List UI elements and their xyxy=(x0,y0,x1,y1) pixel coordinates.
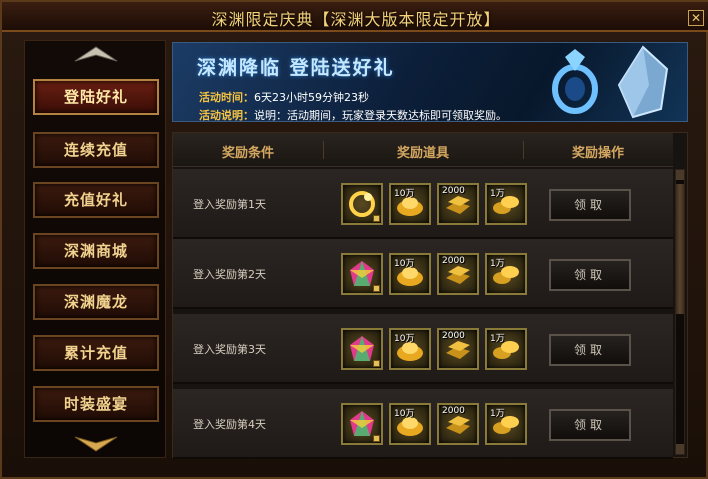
scroll-down-icon[interactable] xyxy=(676,444,684,454)
table-row: 登入奖励第3天 10万 2000 1万 领取 xyxy=(173,314,673,384)
banner-title: 深渊降临 登陆送好礼 xyxy=(197,57,395,79)
bound-lock-icon xyxy=(373,360,380,367)
scroll-up-icon[interactable] xyxy=(676,170,684,180)
rainbow-gem-icon[interactable] xyxy=(341,403,383,445)
claim-button[interactable]: 领取 xyxy=(549,334,631,366)
item-quantity: 10万 xyxy=(394,189,415,199)
rainbow-gem-icon[interactable] xyxy=(341,328,383,370)
nav-scroll-up-icon[interactable] xyxy=(71,43,121,65)
side-nav: 登陆好礼 连续充值 充值好礼 深渊商城 深渊魔龙 累计充值 时装盛宴 xyxy=(24,40,166,458)
nav-scroll-down-icon[interactable] xyxy=(71,433,121,455)
bound-lock-icon xyxy=(373,215,380,222)
gold-ingot-icon[interactable]: 10万 xyxy=(389,403,431,445)
nav-item-fashion-feast[interactable]: 时装盛宴 xyxy=(33,386,159,422)
claim-button[interactable]: 领取 xyxy=(549,409,631,441)
gold-coins-icon[interactable]: 1万 xyxy=(485,183,527,225)
header-items: 奖励道具 xyxy=(396,146,449,161)
gold-ingot-icon[interactable]: 10万 xyxy=(389,183,431,225)
gold-bars-icon[interactable]: 2000 xyxy=(437,328,479,370)
bound-lock-icon xyxy=(373,285,380,292)
event-time-label: 活动时间： xyxy=(199,91,254,104)
item-quantity: 1万 xyxy=(490,259,505,269)
nav-item-abyss-shop[interactable]: 深渊商城 xyxy=(33,233,159,269)
reward-items: 10万 2000 1万 xyxy=(341,183,531,225)
nav-item-consecutive-recharge[interactable]: 连续充值 xyxy=(33,132,159,168)
reward-condition: 登入奖励第3天 xyxy=(193,343,266,356)
rainbow-gem-icon[interactable] xyxy=(341,253,383,295)
event-description-label: 活动说明： xyxy=(199,109,254,122)
event-time: 活动时间：6天23小时59分钟23秒 xyxy=(199,89,369,105)
gold-ring-icon[interactable] xyxy=(341,183,383,225)
item-quantity: 1万 xyxy=(490,334,505,344)
reward-condition: 登入奖励第4天 xyxy=(193,418,266,431)
table-row: 登入奖励第1天 10万 2000 1万 领取 xyxy=(173,169,673,239)
blue-crystal-icon xyxy=(613,45,673,121)
reward-condition: 登入奖励第2天 xyxy=(193,268,266,281)
item-quantity: 2000 xyxy=(442,186,465,196)
item-quantity: 10万 xyxy=(394,334,415,344)
header-condition: 奖励条件 xyxy=(221,146,274,161)
nav-item-abyss-dragon[interactable]: 深渊魔龙 xyxy=(33,284,159,320)
nav-item-cumulative-recharge[interactable]: 累计充值 xyxy=(33,335,159,371)
table-row: 登入奖励第2天 10万 2000 1万 领取 xyxy=(173,239,673,309)
gold-bars-icon[interactable]: 2000 xyxy=(437,183,479,225)
item-quantity: 10万 xyxy=(394,259,415,269)
title-bar: 深渊限定庆典【深渊大版本限定开放】 ✕ xyxy=(2,2,708,32)
event-time-value: 6天23小时59分钟23秒 xyxy=(254,91,369,104)
reward-items: 10万 2000 1万 xyxy=(341,403,531,445)
scrollbar[interactable] xyxy=(675,169,685,455)
reward-table: 奖励条件 奖励道具 奖励操作 登入奖励第1天 10万 2000 1万 领取 登入奖励第2天… xyxy=(172,132,688,459)
gold-coins-icon[interactable]: 1万 xyxy=(485,328,527,370)
gold-bars-icon[interactable]: 2000 xyxy=(437,403,479,445)
gold-coins-icon[interactable]: 1万 xyxy=(485,403,527,445)
event-description-value: 说明：活动期间，玩家登录天数达标即可领取奖励。 xyxy=(254,109,507,122)
item-quantity: 10万 xyxy=(394,409,415,419)
claim-button[interactable]: 领取 xyxy=(549,259,631,291)
nav-item-login-gift[interactable]: 登陆好礼 xyxy=(33,79,159,115)
event-description: 活动说明：说明：活动期间，玩家登录天数达标即可领取奖励。 xyxy=(199,107,507,122)
reward-condition: 登入奖励第1天 xyxy=(193,198,266,211)
claim-button[interactable]: 领取 xyxy=(549,189,631,221)
header-action: 奖励操作 xyxy=(571,146,624,161)
item-quantity: 1万 xyxy=(490,189,505,199)
item-quantity: 2000 xyxy=(442,406,465,416)
reward-items: 10万 2000 1万 xyxy=(341,328,531,370)
event-banner: 深渊降临 登陆送好礼 活动时间：6天23小时59分钟23秒 活动说明：说明：活动… xyxy=(172,42,688,122)
event-window: 深渊限定庆典【深渊大版本限定开放】 ✕ 登陆好礼 连续充值 充值好礼 深渊商城 … xyxy=(0,0,708,479)
gold-coins-icon[interactable]: 1万 xyxy=(485,253,527,295)
table-header: 奖励条件 奖励道具 奖励操作 xyxy=(173,133,673,167)
gold-ingot-icon[interactable]: 10万 xyxy=(389,328,431,370)
table-row: 登入奖励第4天 10万 2000 1万 领取 xyxy=(173,389,673,459)
window-title: 深渊限定庆典【深渊大版本限定开放】 xyxy=(211,10,501,29)
item-quantity: 1万 xyxy=(490,409,505,419)
reward-items: 10万 2000 1万 xyxy=(341,253,531,295)
gold-ingot-icon[interactable]: 10万 xyxy=(389,253,431,295)
close-button[interactable]: ✕ xyxy=(688,10,704,26)
bound-lock-icon xyxy=(373,435,380,442)
gold-bars-icon[interactable]: 2000 xyxy=(437,253,479,295)
item-quantity: 2000 xyxy=(442,331,465,341)
nav-item-recharge-gift[interactable]: 充值好礼 xyxy=(33,182,159,218)
blue-amulet-icon xyxy=(545,49,605,121)
scroll-thumb[interactable] xyxy=(676,184,684,314)
item-quantity: 2000 xyxy=(442,256,465,266)
